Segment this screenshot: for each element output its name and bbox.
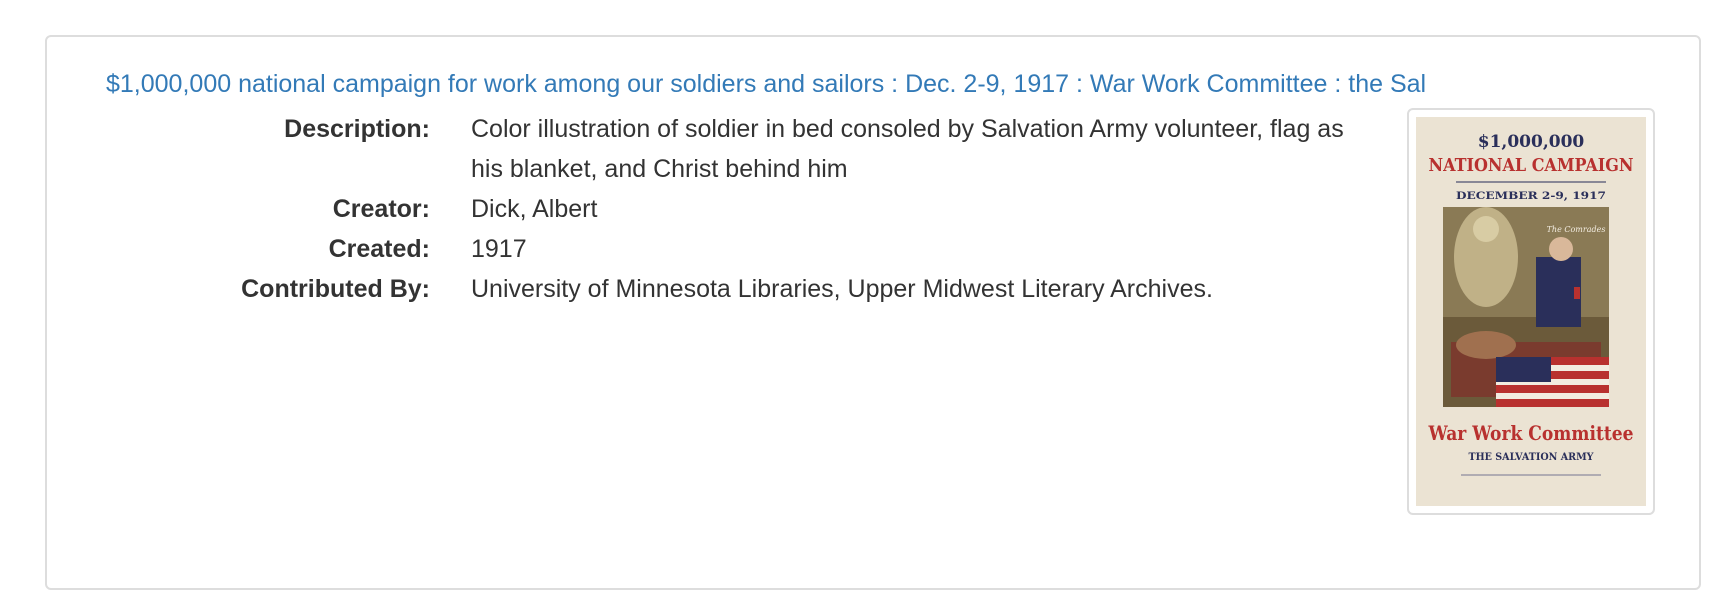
created-label: Created:	[328, 235, 430, 263]
poster-headline: NATIONAL CAMPAIGN	[1429, 155, 1634, 176]
poster-image: $1,000,000 NATIONAL CAMPAIGN DECEMBER 2-…	[1416, 117, 1646, 506]
poster-amount: $1,000,000	[1478, 132, 1585, 152]
description-label: Description:	[284, 115, 430, 143]
poster-artwork: The Comrades	[1443, 207, 1609, 407]
creator-row: Creator: Dick, Albert	[47, 189, 1387, 229]
poster-illustration: $1,000,000 NATIONAL CAMPAIGN DECEMBER 2-…	[1416, 117, 1646, 506]
created-value: 1917	[471, 235, 527, 263]
poster-committee: War Work Committee	[1428, 421, 1634, 445]
record-metadata: Description: Color illustration of soldi…	[47, 109, 1387, 309]
creator-label: Creator:	[332, 195, 430, 223]
contributed-by-label: Contributed By:	[241, 275, 430, 303]
created-row: Created: 1917	[47, 229, 1387, 269]
description-row: Description: Color illustration of soldi…	[47, 109, 1387, 189]
poster-dates: DECEMBER 2-9, 1917	[1456, 191, 1606, 202]
contributed-by-value: University of Minnesota Libraries, Upper…	[471, 275, 1213, 303]
description-value: Color illustration of soldier in bed con…	[471, 115, 1344, 183]
record-thumbnail[interactable]: $1,000,000 NATIONAL CAMPAIGN DECEMBER 2-…	[1407, 108, 1655, 515]
poster-org: THE SALVATION ARMY	[1469, 452, 1595, 463]
poster-comrades: The Comrades	[1547, 225, 1606, 234]
record-title-link[interactable]: $1,000,000 national campaign for work am…	[106, 67, 1666, 101]
search-result-card: $1,000,000 national campaign for work am…	[45, 35, 1701, 590]
creator-value: Dick, Albert	[471, 195, 598, 223]
contributed-by-row: Contributed By: University of Minnesota …	[47, 269, 1387, 309]
